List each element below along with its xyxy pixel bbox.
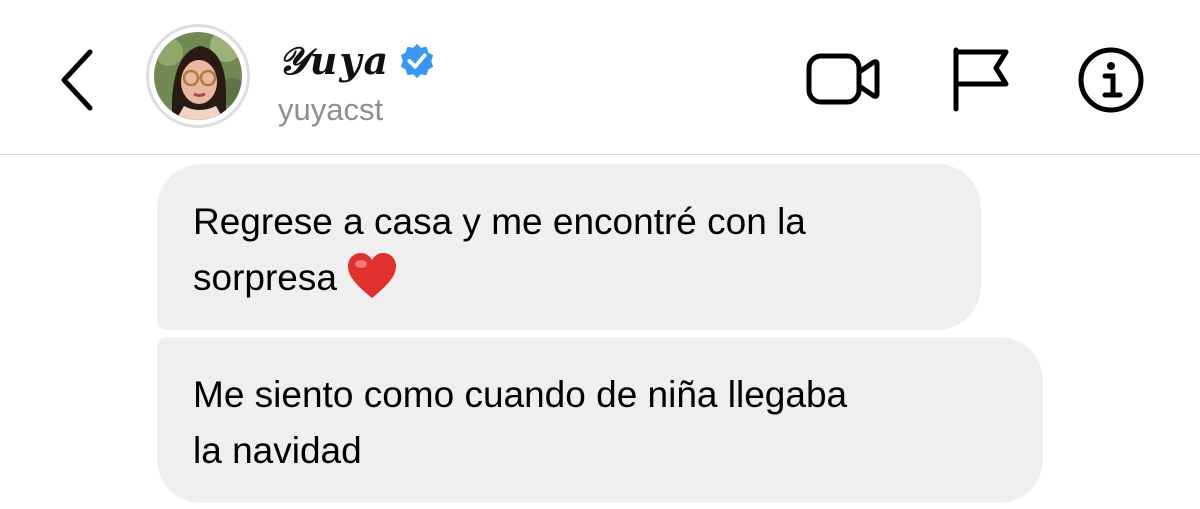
message-text-line: la navidad bbox=[193, 430, 362, 471]
video-call-button[interactable] bbox=[806, 52, 880, 106]
conversation-header: 𝒴uya yuyacst bbox=[0, 0, 1200, 155]
profile-avatar[interactable] bbox=[146, 24, 250, 128]
username[interactable]: yuyacst bbox=[278, 92, 383, 128]
heart-emoji-icon bbox=[347, 253, 396, 299]
chevron-left-icon bbox=[61, 49, 93, 111]
verified-badge-icon bbox=[400, 43, 434, 79]
message-bubble[interactable]: Regrese a casa y me encontré con la sorp… bbox=[157, 164, 981, 330]
info-icon bbox=[1078, 47, 1144, 113]
message-text-line: Me siento como cuando de niña llegaba bbox=[193, 374, 848, 415]
display-name: 𝒴uya bbox=[278, 38, 391, 83]
report-flag-button[interactable] bbox=[950, 46, 1012, 112]
avatar bbox=[154, 32, 242, 120]
back-button[interactable] bbox=[50, 44, 106, 114]
flag-icon bbox=[953, 47, 1009, 112]
avatar-photo bbox=[154, 32, 242, 120]
info-button[interactable] bbox=[1078, 47, 1144, 113]
message-text: sorpresa bbox=[193, 257, 337, 298]
display-name-row: 𝒴uya bbox=[278, 34, 436, 88]
message-text-line: Regrese a casa y me encontré con la bbox=[193, 201, 806, 242]
message-bubble[interactable]: Me siento como cuando de niña llegaba la… bbox=[157, 337, 1043, 503]
video-call-icon bbox=[806, 53, 880, 105]
message-text-line: sorpresa bbox=[193, 250, 945, 306]
